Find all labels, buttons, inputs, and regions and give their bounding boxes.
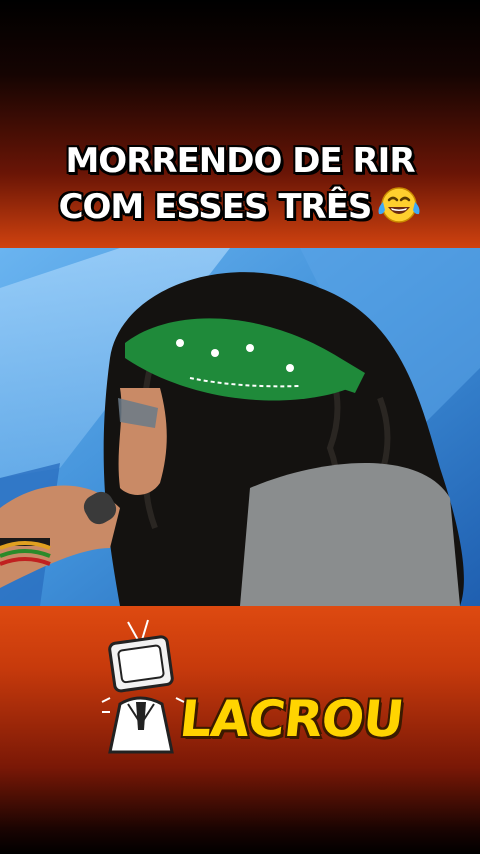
brand-name: LACROU <box>176 690 406 748</box>
video-frame[interactable] <box>0 248 480 606</box>
video-scene-illustration <box>0 248 480 606</box>
caption-line-2-text: COM ESSES TRÊS <box>58 187 373 227</box>
video-caption: MORRENDO DE RIR COM ESSES TRÊS <box>0 138 480 230</box>
caption-line-2: COM ESSES TRÊS <box>0 184 480 230</box>
caption-line-1: MORRENDO DE RIR <box>65 141 415 181</box>
face-with-tears-of-joy-icon <box>378 187 420 223</box>
